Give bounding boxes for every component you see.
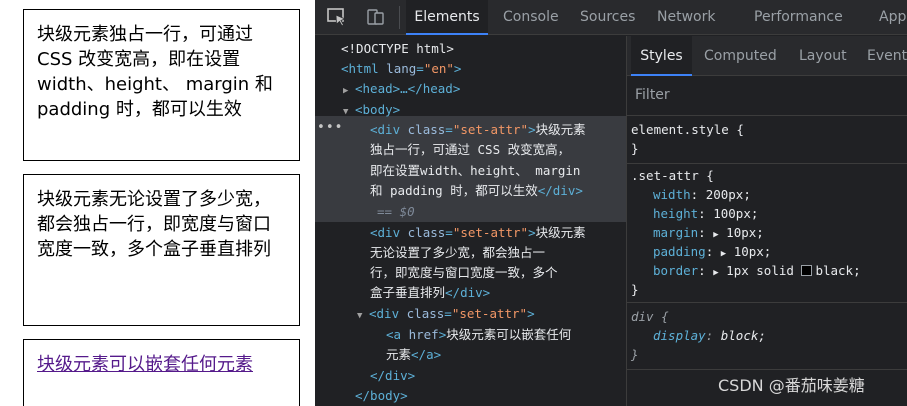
expand-shorthand-icon[interactable]: ▶ bbox=[713, 230, 718, 240]
rule-user-agent-div: div { display: block; } bbox=[627, 307, 907, 364]
dom-div-2[interactable]: <div class="set-attr">块级元素 bbox=[315, 223, 626, 242]
expand-arrow-icon[interactable]: ▶ bbox=[343, 82, 355, 101]
rule-divider bbox=[627, 302, 907, 303]
rule-divider bbox=[627, 369, 907, 370]
dom-div-1-text-line: 独占一行，可通过 CSS 改变宽高， bbox=[370, 142, 571, 157]
expand-shorthand-icon[interactable]: ▶ bbox=[721, 249, 726, 259]
css-prop-border[interactable]: border: ▶ 1px solid black; bbox=[627, 261, 907, 280]
dom-head[interactable]: ▶ <head>…</head> bbox=[315, 79, 626, 98]
tab-console[interactable]: Console bbox=[503, 0, 559, 35]
color-swatch-icon[interactable] bbox=[801, 265, 813, 276]
elements-dom-tree: ••• <!DOCTYPE html> <html lang="en"> ▶ <h… bbox=[315, 36, 626, 406]
dom-body[interactable]: ▼ <body> bbox=[315, 100, 626, 119]
css-prop-padding[interactable]: padding: ▶ 10px; bbox=[627, 242, 907, 261]
css-prop-margin[interactable]: margin: ▶ 10px; bbox=[627, 223, 907, 242]
dom-div-1-text-line: 和 padding 时，都可以生效</div> bbox=[370, 183, 583, 198]
rule-element-style: element.style { } bbox=[631, 122, 744, 156]
tab-sources[interactable]: Sources bbox=[580, 0, 635, 35]
block-box-2-text: 块级元素无论设置了多少宽，都会独占一行，即宽度与窗口宽度一致，多个盒子垂直排列 bbox=[37, 189, 271, 260]
dom-doctype[interactable]: <!DOCTYPE html> bbox=[315, 39, 626, 58]
dom-div-3-close[interactable]: </div> bbox=[315, 366, 626, 385]
dom-div-2-text-line: 盒子垂直排列</div> bbox=[370, 285, 491, 300]
rendered-page: 块级元素独占一行，可通过 CSS 改变宽高，即在设置 width、height、… bbox=[0, 0, 315, 406]
filter-divider bbox=[627, 115, 907, 116]
expand-shorthand-icon[interactable]: ▶ bbox=[713, 268, 718, 278]
toolbar-divider bbox=[399, 6, 400, 29]
tab-elements[interactable]: Elements bbox=[406, 0, 488, 35]
tab-styles[interactable]: Styles bbox=[631, 36, 692, 76]
css-prop-height[interactable]: height: 100px; bbox=[627, 204, 907, 223]
set-attr-selector[interactable]: .set-attr { bbox=[631, 168, 714, 183]
element-style-selector[interactable]: element.style { bbox=[631, 122, 744, 137]
styles-tab-bar: Styles Computed Layout Event bbox=[627, 36, 907, 76]
block-box-3: 块级元素可以嵌套任何元素 bbox=[23, 339, 300, 406]
dom-div-2-text-line: 无论设置了多少宽，都会独占一 bbox=[370, 245, 546, 260]
tab-event-listeners[interactable]: Event bbox=[867, 36, 907, 76]
dom-div-1[interactable]: <div class="set-attr">块级元素 bbox=[315, 120, 626, 139]
devtools-panel: Elements Console Sources Network Perform… bbox=[315, 0, 907, 406]
inspect-element-icon[interactable] bbox=[326, 7, 348, 27]
tab-application[interactable]: App bbox=[879, 0, 906, 35]
tab-computed[interactable]: Computed bbox=[704, 36, 777, 76]
tab-layout[interactable]: Layout bbox=[799, 36, 847, 76]
dom-body-close[interactable]: </body> bbox=[315, 386, 626, 405]
styles-pane: Styles Computed Layout Event Filter elem… bbox=[627, 36, 907, 406]
dom-div-2-text-line: 行，即宽度与窗口宽度一致，多个 bbox=[370, 265, 558, 280]
css-prop-width[interactable]: width: 200px; bbox=[627, 185, 907, 204]
dom-html[interactable]: <html lang="en"> bbox=[315, 59, 626, 78]
dom-anchor[interactable]: <a href>块级元素可以嵌套任何 bbox=[315, 325, 626, 344]
device-toolbar-icon[interactable] bbox=[365, 7, 387, 27]
block-box-3-link[interactable]: 块级元素可以嵌套任何元素 bbox=[37, 354, 253, 375]
styles-filter-input[interactable]: Filter bbox=[635, 87, 670, 103]
css-prop-display[interactable]: display: block; bbox=[627, 326, 907, 345]
rule-set-attr: .set-attr { width: 200px; height: 100px;… bbox=[627, 166, 907, 299]
csdn-watermark: CSDN @番茄味姜糖 bbox=[718, 376, 865, 395]
rule-divider bbox=[627, 163, 907, 164]
dom-div-1-text-line: 即在设置width、height、 margin bbox=[370, 163, 581, 178]
tab-network[interactable]: Network bbox=[657, 0, 715, 35]
collapse-arrow-icon[interactable]: ▼ bbox=[357, 307, 369, 326]
dom-anchor-text-line: 元素</a> bbox=[386, 347, 442, 362]
dom-div-3[interactable]: ▼ <div class="set-attr"> bbox=[315, 304, 626, 323]
dom-eq0-marker: == $0 bbox=[377, 204, 415, 219]
devtools-toolbar: Elements Console Sources Network Perform… bbox=[315, 0, 907, 35]
block-box-1: 块级元素独占一行，可通过 CSS 改变宽高，即在设置 width、height、… bbox=[23, 9, 300, 161]
ua-selector[interactable]: div { bbox=[631, 309, 669, 324]
block-box-1-text: 块级元素独占一行，可通过 CSS 改变宽高，即在设置 width、height、… bbox=[37, 24, 273, 120]
tab-performance[interactable]: Performance bbox=[754, 0, 843, 35]
block-box-2: 块级元素无论设置了多少宽，都会独占一行，即宽度与窗口宽度一致，多个盒子垂直排列 bbox=[23, 174, 300, 326]
